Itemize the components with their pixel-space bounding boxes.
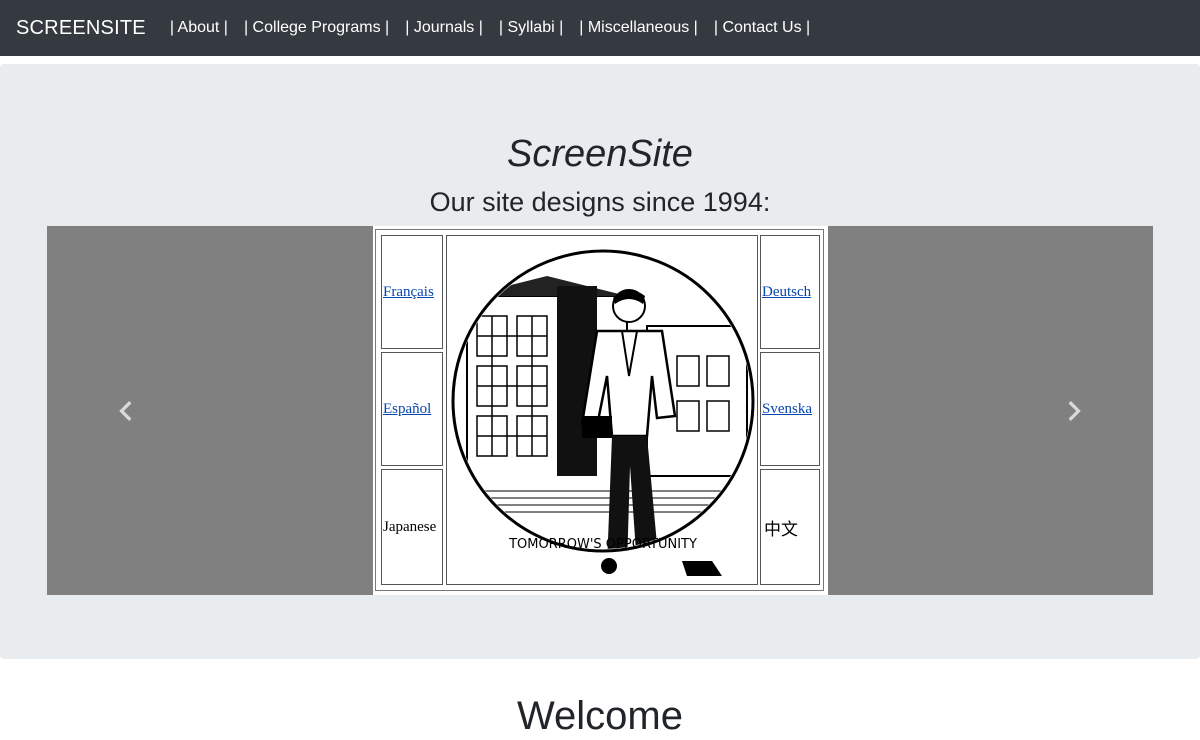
- chevron-right-icon: [1068, 400, 1081, 421]
- lang-label-japanese: Japanese: [383, 518, 437, 535]
- nav-link-about[interactable]: | About |: [170, 19, 228, 36]
- nav-link-miscellaneous[interactable]: | Miscellaneous |: [579, 19, 698, 36]
- carousel-slide: Français Español Japanese TOMORROW'S OPP…: [373, 226, 828, 595]
- site-title: ScreenSite: [507, 133, 693, 175]
- illustration-caption: TOMORROW'S OPPORTUNITY: [508, 537, 697, 552]
- lang-link-francais[interactable]: Français: [383, 284, 434, 301]
- lang-cell-spanish: Español: [381, 352, 443, 466]
- design-carousel: Français Español Japanese TOMORROW'S OPP…: [47, 226, 1153, 595]
- hero-jumbotron: ScreenSite Our site designs since 1994: …: [0, 64, 1200, 659]
- chevron-left-icon: [119, 400, 132, 421]
- carousel-prev-button[interactable]: [47, 226, 207, 595]
- nav-link-contact-us[interactable]: | Contact Us |: [714, 19, 810, 36]
- lang-label-chinese: 中文: [764, 519, 798, 540]
- carousel-next-button[interactable]: [993, 226, 1153, 595]
- lang-cell-swedish: Svenska: [760, 352, 820, 466]
- brand-logo-link[interactable]: SCREENSITE: [16, 17, 146, 40]
- welcome-heading: Welcome: [517, 694, 683, 738]
- lang-cell-japanese: Japanese: [381, 469, 443, 585]
- nav-link-syllabi[interactable]: | Syllabi |: [499, 19, 563, 36]
- lang-link-espanol[interactable]: Español: [383, 401, 431, 418]
- nav-menu: | About | | College Programs | | Journal…: [170, 19, 826, 37]
- nav-link-college-programs[interactable]: | College Programs |: [244, 19, 389, 36]
- lang-link-deutsch[interactable]: Deutsch: [762, 284, 811, 301]
- student-illustration-image: TOMORROW'S OPPORTUNITY: [451, 249, 755, 576]
- nav-link-journals[interactable]: | Journals |: [405, 19, 483, 36]
- lang-cell-chinese: 中文: [760, 469, 820, 585]
- vintage-illustration: TOMORROW'S OPPORTUNITY: [446, 235, 758, 585]
- lang-link-svenska[interactable]: Svenska: [762, 401, 812, 418]
- slide-1994-site-screenshot: Français Español Japanese TOMORROW'S OPP…: [375, 229, 824, 591]
- site-subtitle: Our site designs since 1994:: [429, 187, 771, 217]
- lang-cell-french: Français: [381, 235, 443, 349]
- top-navbar: SCREENSITE | About | | College Programs …: [0, 0, 1200, 56]
- lang-cell-german: Deutsch: [760, 235, 820, 349]
